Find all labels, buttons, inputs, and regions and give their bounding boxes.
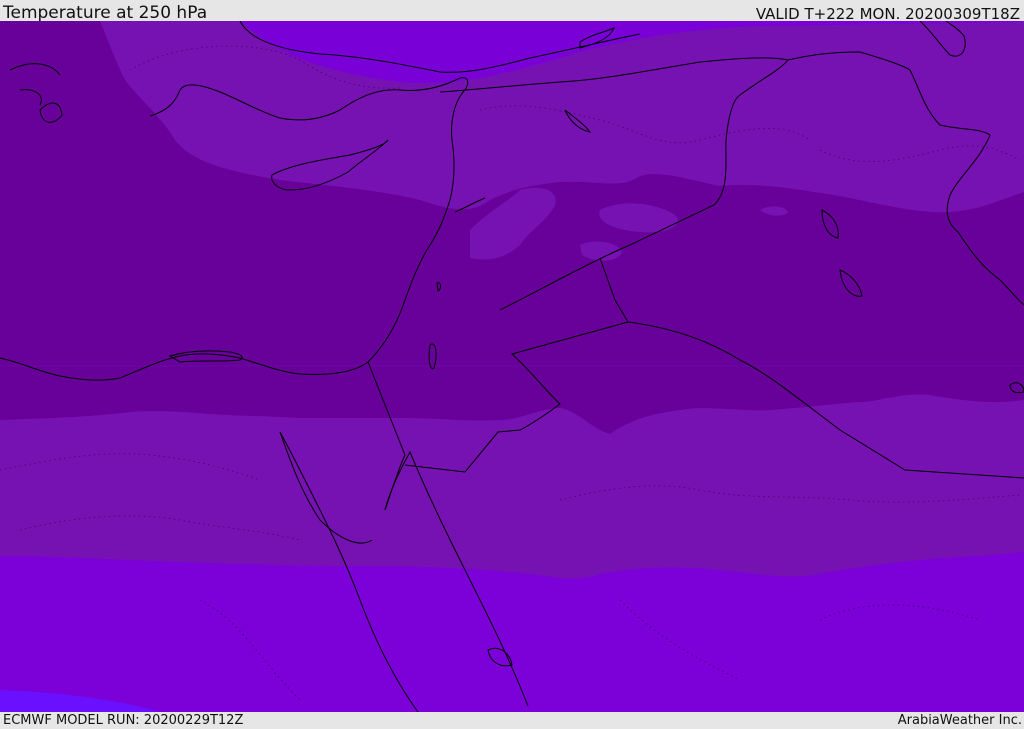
header-bar: Temperature at 250 hPa VALID T+222 MON. … bbox=[0, 0, 1024, 23]
temperature-map[interactable] bbox=[0, 21, 1024, 712]
footer-bar: ECMWF MODEL RUN: 20200229T12Z ArabiaWeat… bbox=[0, 712, 1024, 729]
map-canvas bbox=[0, 21, 1024, 712]
model-run-label: ECMWF MODEL RUN: 20200229T12Z bbox=[3, 713, 244, 728]
band-south bbox=[0, 552, 1024, 712]
credit-label: ArabiaWeather Inc. bbox=[897, 713, 1022, 728]
map-title: Temperature at 250 hPa bbox=[3, 3, 208, 23]
